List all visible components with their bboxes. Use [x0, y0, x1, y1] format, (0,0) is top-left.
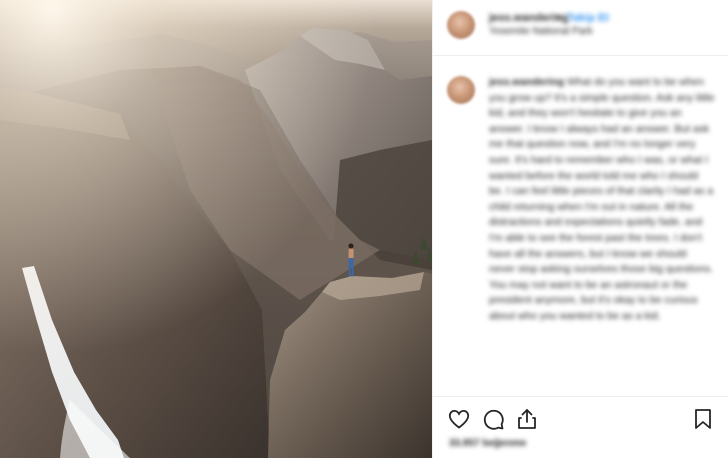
caption-author-avatar[interactable]	[447, 76, 475, 104]
caption-text: What do you want to be when you grow up?…	[489, 77, 715, 322]
share-icon[interactable]	[515, 407, 539, 431]
comments-section[interactable]: jess.wandering What do you want to be wh…	[433, 57, 728, 395]
heart-icon[interactable]	[447, 407, 471, 431]
action-bar	[433, 396, 728, 440]
follow-button[interactable]: Takip Et	[567, 12, 609, 24]
post-photo[interactable]	[0, 0, 432, 458]
post-caption: jess.wandering What do you want to be wh…	[489, 75, 715, 325]
caption-username[interactable]: jess.wandering	[489, 77, 564, 88]
instagram-post: jess.wandering • Takip Et Yosemite Natio…	[0, 0, 728, 458]
post-location[interactable]: Yosemite National Park	[489, 26, 593, 37]
author-avatar[interactable]	[447, 11, 475, 39]
comment-icon[interactable]	[481, 407, 505, 431]
bookmark-icon[interactable]	[691, 407, 715, 431]
header-separator: •	[557, 12, 561, 24]
post-header: jess.wandering • Takip Et Yosemite Natio…	[433, 0, 728, 56]
likes-count[interactable]: 33.857 beğenme	[449, 438, 526, 449]
yosemite-landscape-image	[0, 0, 432, 458]
post-side-panel: jess.wandering • Takip Et Yosemite Natio…	[432, 0, 728, 458]
